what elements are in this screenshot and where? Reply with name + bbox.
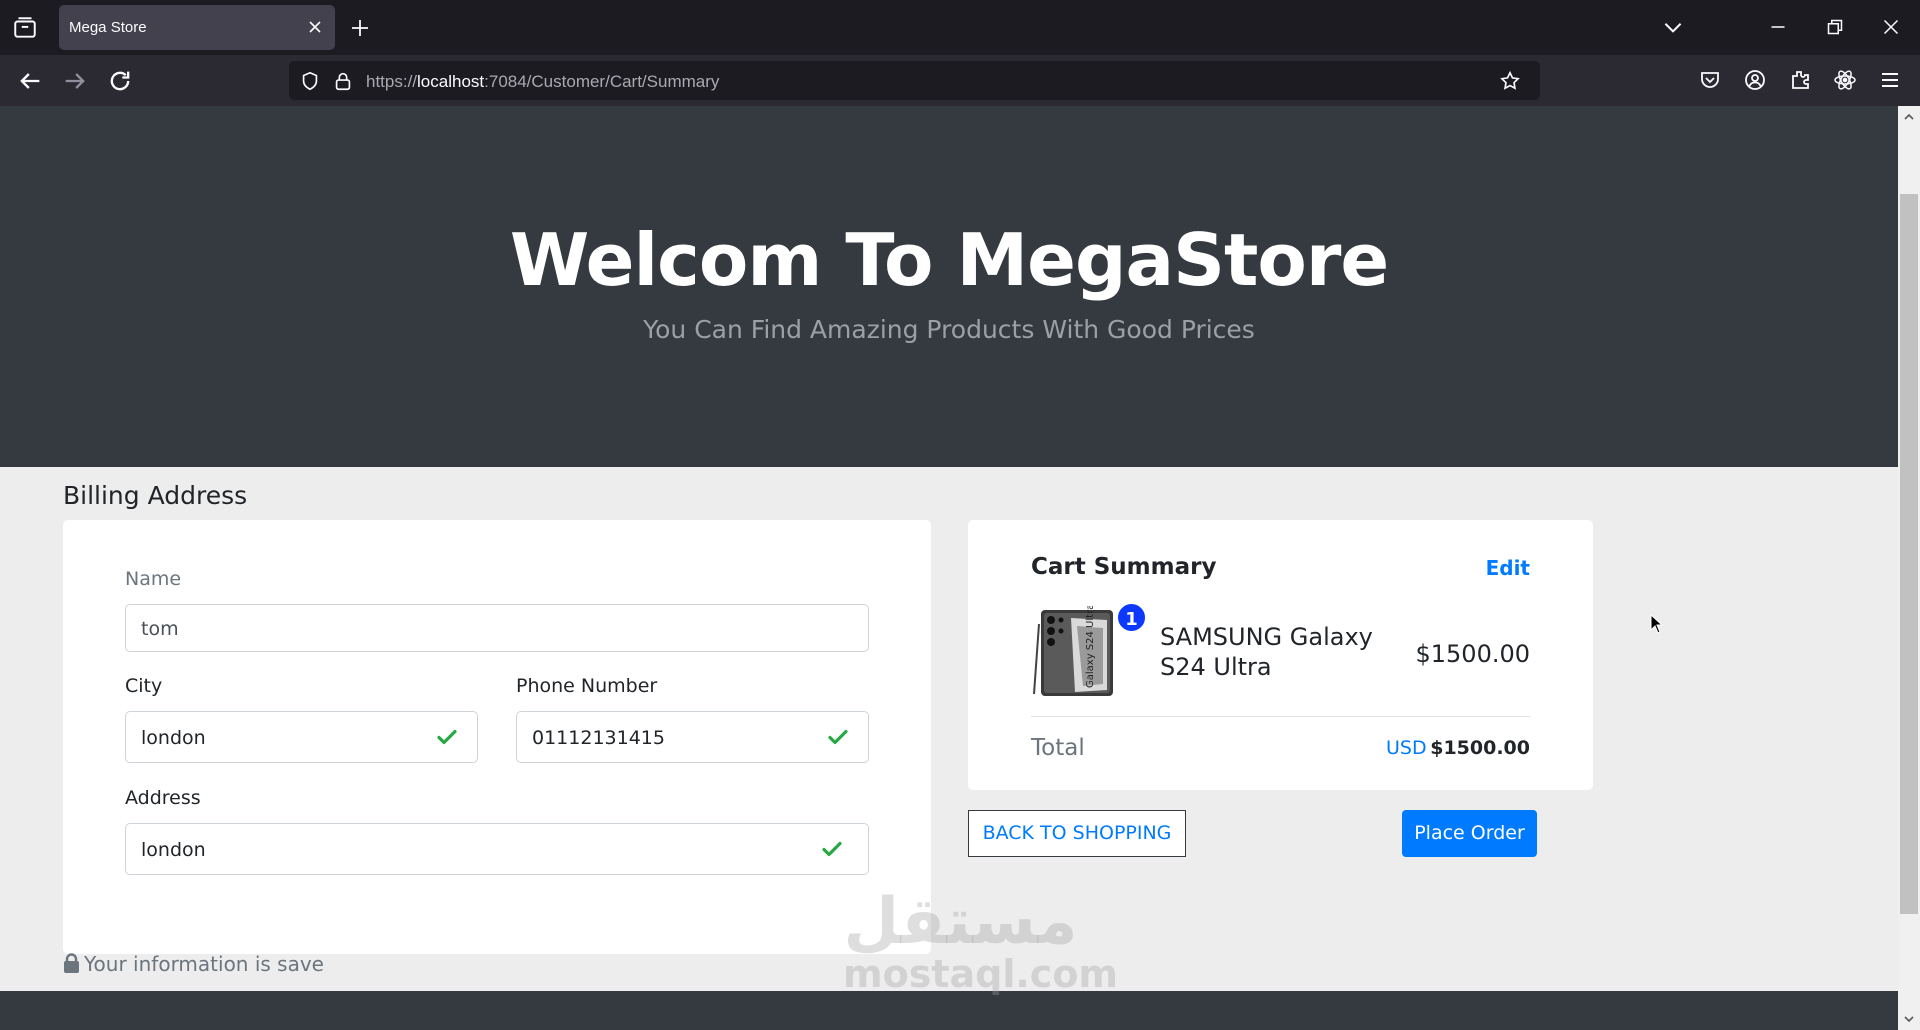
edit-cart-link[interactable]: Edit — [1486, 556, 1530, 580]
list-all-tabs-icon[interactable] — [1660, 14, 1686, 40]
billing-address-heading: Billing Address — [63, 481, 248, 510]
url-path: :7084/Customer/Cart/Summary — [484, 72, 720, 91]
summary-divider — [1031, 716, 1530, 717]
address-field[interactable]: london — [125, 823, 869, 875]
billing-form-card: Name tom City london Phone Number 011121… — [63, 520, 931, 954]
scroll-up-icon[interactable] — [1902, 110, 1916, 124]
phone-field[interactable]: 01112131415 — [516, 711, 869, 763]
watermark-arabic: مستقل — [843, 885, 1078, 959]
url-host: localhost — [417, 72, 485, 91]
url-text[interactable]: https://localhost:7084/Customer/Cart/Sum… — [366, 72, 719, 92]
tab-list-icon[interactable] — [12, 15, 38, 41]
url-scheme: https:// — [366, 72, 418, 91]
extensions-icon[interactable] — [1788, 68, 1812, 92]
browser-tab-active[interactable]: Mega Store — [59, 5, 335, 50]
name-value: tom — [141, 618, 179, 640]
page-footer — [0, 991, 1898, 1030]
mouse-cursor-icon — [1650, 614, 1664, 634]
minimize-icon[interactable] — [1765, 14, 1791, 40]
pocket-icon[interactable] — [1698, 68, 1722, 92]
browser-tab-bar: Mega Store — [0, 0, 1920, 55]
valid-check-icon — [828, 729, 848, 745]
cart-summary-card: Cart Summary Edit Galaxy S24 Ultra 1 SAM… — [968, 520, 1593, 790]
react-devtools-icon[interactable] — [1833, 68, 1857, 92]
product-name: SAMSUNG Galaxy S24 Ultra — [1160, 623, 1373, 681]
shield-icon[interactable] — [299, 70, 321, 92]
hero-banner: Welcom To MegaStore You Can Find Amazing… — [0, 106, 1898, 467]
place-order-button[interactable]: Place Order — [1402, 810, 1537, 857]
watermark-latin: mostaql.com — [843, 952, 1119, 996]
name-field[interactable]: tom — [125, 604, 869, 652]
hero-title: Welcom To MegaStore — [509, 218, 1389, 302]
watermark: مستقل mostaql.com — [843, 885, 1119, 996]
product-image: Galaxy S24 Ultra — [1033, 606, 1113, 696]
scroll-down-icon[interactable] — [1902, 1012, 1916, 1026]
city-field[interactable]: london — [125, 711, 478, 763]
product-image-text: Galaxy S24 Ultra — [1085, 606, 1096, 688]
back-arrow-icon[interactable] — [16, 67, 44, 95]
address-bar[interactable]: https://localhost:7084/Customer/Cart/Sum… — [289, 61, 1540, 100]
valid-check-icon — [437, 729, 457, 745]
lock-icon[interactable] — [332, 70, 354, 92]
phone-value: 01112131415 — [532, 727, 665, 749]
hero-subtitle: You Can Find Amazing Products With Good … — [643, 315, 1255, 344]
account-icon[interactable] — [1743, 68, 1767, 92]
padlock-icon — [64, 953, 79, 973]
tab-title: Mega Store — [69, 19, 147, 36]
address-label: Address — [125, 787, 201, 809]
bookmark-star-icon[interactable] — [1499, 70, 1521, 92]
valid-check-icon — [822, 841, 842, 857]
close-tab-icon[interactable] — [305, 17, 325, 37]
city-label: City — [125, 675, 163, 697]
page-viewport: Welcom To MegaStore You Can Find Amazing… — [0, 106, 1898, 1030]
close-window-icon[interactable] — [1878, 14, 1904, 40]
product-price: $1500.00 — [1415, 640, 1530, 668]
phone-label: Phone Number — [516, 675, 658, 697]
back-to-shopping-button[interactable]: BACK TO SHOPPING — [968, 810, 1186, 857]
city-value: london — [141, 727, 206, 749]
hamburger-menu-icon[interactable] — [1878, 68, 1902, 92]
secure-note-text: Your information is save — [84, 952, 324, 976]
address-value: london — [141, 839, 206, 861]
total-amount: $1500.00 — [1430, 737, 1530, 759]
total-label: Total — [1031, 735, 1085, 761]
browser-toolbar: https://localhost:7084/Customer/Cart/Sum… — [0, 55, 1920, 106]
name-label: Name — [125, 568, 182, 590]
quantity-badge: 1 — [1116, 602, 1147, 633]
new-tab-icon[interactable] — [348, 16, 372, 40]
scrollbar-thumb[interactable] — [1900, 194, 1918, 914]
restore-icon[interactable] — [1822, 14, 1848, 40]
secure-info-note: Your information is save — [63, 952, 324, 976]
forward-arrow-icon[interactable] — [61, 67, 89, 95]
page-scrollbar[interactable] — [1898, 106, 1920, 1030]
total-currency: USD — [1386, 737, 1427, 759]
cart-summary-title: Cart Summary — [1031, 554, 1217, 580]
reload-icon[interactable] — [106, 67, 134, 95]
